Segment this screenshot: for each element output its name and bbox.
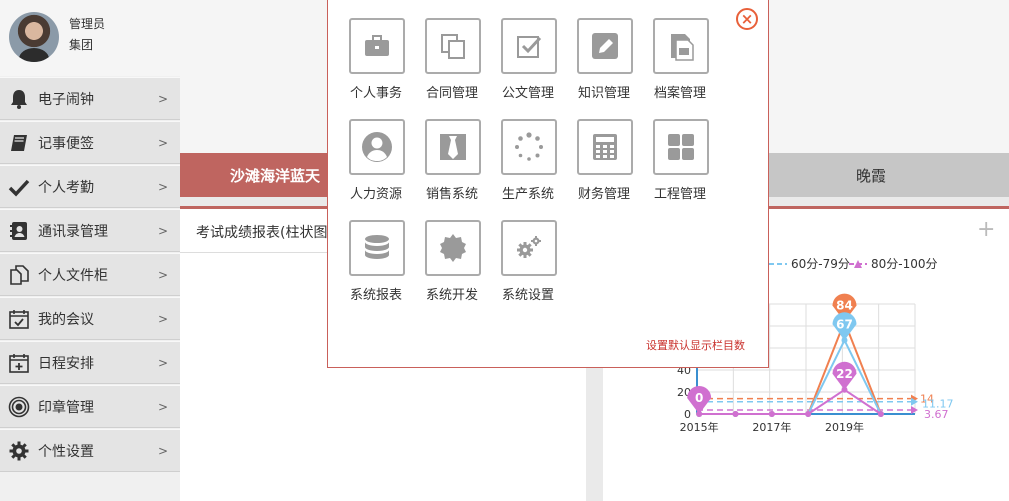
sidebar-item-alarm[interactable]: 电子闹钟 >: [0, 77, 180, 120]
spinner-icon: [501, 119, 557, 175]
pencil-icon: [577, 18, 633, 74]
app-label: 合同管理: [425, 86, 478, 101]
data-label: 67: [836, 317, 853, 331]
sidebar-item-label: 记事便签: [38, 135, 94, 152]
chevron-right-icon: >: [158, 399, 169, 414]
contacts-icon: [0, 220, 38, 242]
chevron-right-icon: >: [158, 223, 169, 238]
sidebar-item-label: 个人考勤: [38, 179, 94, 196]
x-tick-label: 2017年: [752, 420, 791, 434]
app-personal-affairs[interactable]: 个人事务: [341, 18, 411, 108]
data-label: 84: [836, 299, 853, 313]
data-label: 22: [836, 367, 853, 381]
sidebar-item-attendance[interactable]: 个人考勤 >: [0, 165, 180, 208]
app-engineering-management[interactable]: 工程管理: [645, 119, 715, 209]
sidebar-item-label: 印章管理: [38, 399, 94, 416]
app-label: 系统设置: [501, 288, 554, 303]
app-knowledge-management[interactable]: 知识管理: [569, 18, 639, 108]
app-label: 工程管理: [653, 187, 706, 202]
gears-icon: [501, 220, 557, 276]
average-label: 3.67: [924, 408, 949, 421]
chevron-right-icon: >: [158, 179, 169, 194]
sidebar-item-label: 电子闹钟: [38, 91, 94, 108]
copy-icon: [425, 18, 481, 74]
x-tick-label: 2015年: [680, 420, 719, 434]
profile-org: 集团: [69, 38, 94, 52]
briefcase-icon: [349, 18, 405, 74]
sidebar-item-contacts[interactable]: 通讯录管理 >: [0, 209, 180, 252]
app-system-reports[interactable]: 系统报表: [341, 220, 411, 310]
archive-icon: [653, 18, 709, 74]
tab-sunset[interactable]: 晚霞: [769, 153, 973, 197]
sidebar-item-label: 通讯录管理: [38, 223, 108, 240]
sidebar-item-schedule[interactable]: 日程安排 >: [0, 341, 180, 384]
app-label: 财务管理: [577, 187, 630, 202]
legend-label: 80分-100分: [871, 257, 938, 271]
sidebar-item-label: 个人文件柜: [38, 267, 108, 284]
data-point: [805, 411, 812, 417]
panel-title: 考试成绩报表(柱状图): [196, 225, 333, 241]
set-default-columns-link[interactable]: 设置默认显示栏目数: [646, 337, 745, 353]
files-icon: [0, 264, 38, 286]
sidebar-item-label: 我的会议: [38, 311, 94, 328]
y-tick-label: 0: [684, 408, 691, 421]
badge-icon: [425, 220, 481, 276]
profile-role: 管理员: [69, 17, 106, 31]
sidebar-item-label: 个性设置: [38, 443, 94, 460]
x-tick-label: 2019年: [825, 420, 864, 434]
app-label: 知识管理: [577, 86, 630, 101]
chevron-right-icon: >: [158, 311, 169, 326]
bell-icon: [0, 88, 38, 110]
close-button[interactable]: ×: [736, 8, 758, 30]
sidebar-item-personal-settings[interactable]: 个性设置 >: [0, 429, 180, 472]
data-point: [732, 411, 739, 417]
app-archive-management[interactable]: 档案管理: [645, 18, 715, 108]
app-sales-system[interactable]: 销售系统: [417, 119, 487, 209]
sidebar-item-meetings[interactable]: 我的会议 >: [0, 297, 180, 340]
app-label: 系统报表: [349, 288, 402, 303]
notebook-icon: [0, 132, 38, 154]
user-icon: [349, 119, 405, 175]
user-profile: 管理员 集团: [0, 0, 180, 76]
chevron-right-icon: >: [158, 267, 169, 282]
check-box-icon: [501, 18, 557, 74]
app-label: 档案管理: [653, 86, 706, 101]
tie-icon: [425, 119, 481, 175]
app-label: 生产系统: [501, 187, 554, 202]
seal-icon: [0, 396, 38, 418]
app-finance-management[interactable]: 财务管理: [569, 119, 639, 209]
data-label: 0: [695, 391, 703, 405]
app-label: 系统开发: [425, 288, 478, 303]
checkmark-icon: [0, 176, 38, 198]
app-launcher-popup: × 个人事务 合同管理 公文管理 知识管理 档案管理 人力资源 销售系统 生产系…: [327, 0, 769, 368]
sidebar-item-notes[interactable]: 记事便签 >: [0, 121, 180, 164]
calendar-check-icon: [0, 308, 38, 330]
app-system-settings[interactable]: 系统设置: [493, 220, 563, 310]
calculator-icon: [577, 119, 633, 175]
chevron-right-icon: >: [158, 91, 169, 106]
chevron-right-icon: >: [158, 443, 169, 458]
sidebar-item-file-cabinet[interactable]: 个人文件柜 >: [0, 253, 180, 296]
gear-icon: [0, 440, 38, 462]
app-contract-management[interactable]: 合同管理: [417, 18, 487, 108]
grid-icon: [653, 119, 709, 175]
sidebar-item-seal[interactable]: 印章管理 >: [0, 385, 180, 428]
app-label: 人力资源: [349, 187, 402, 202]
chevron-right-icon: >: [158, 355, 169, 370]
app-human-resources[interactable]: 人力资源: [341, 119, 411, 209]
app-system-development[interactable]: 系统开发: [417, 220, 487, 310]
sidebar-item-label: 日程安排: [38, 355, 94, 372]
data-point: [768, 411, 775, 417]
data-point: [877, 411, 884, 417]
database-icon: [349, 220, 405, 276]
legend-label: 60分-79分: [791, 257, 850, 271]
chevron-right-icon: >: [158, 135, 169, 150]
calendar-plus-icon: [0, 352, 38, 374]
app-production-system[interactable]: 生产系统: [493, 119, 563, 209]
app-label: 公文管理: [501, 86, 554, 101]
avatar[interactable]: [9, 12, 59, 62]
app-document-management[interactable]: 公文管理: [493, 18, 563, 108]
app-label: 销售系统: [425, 187, 478, 202]
app-label: 个人事务: [349, 86, 402, 101]
